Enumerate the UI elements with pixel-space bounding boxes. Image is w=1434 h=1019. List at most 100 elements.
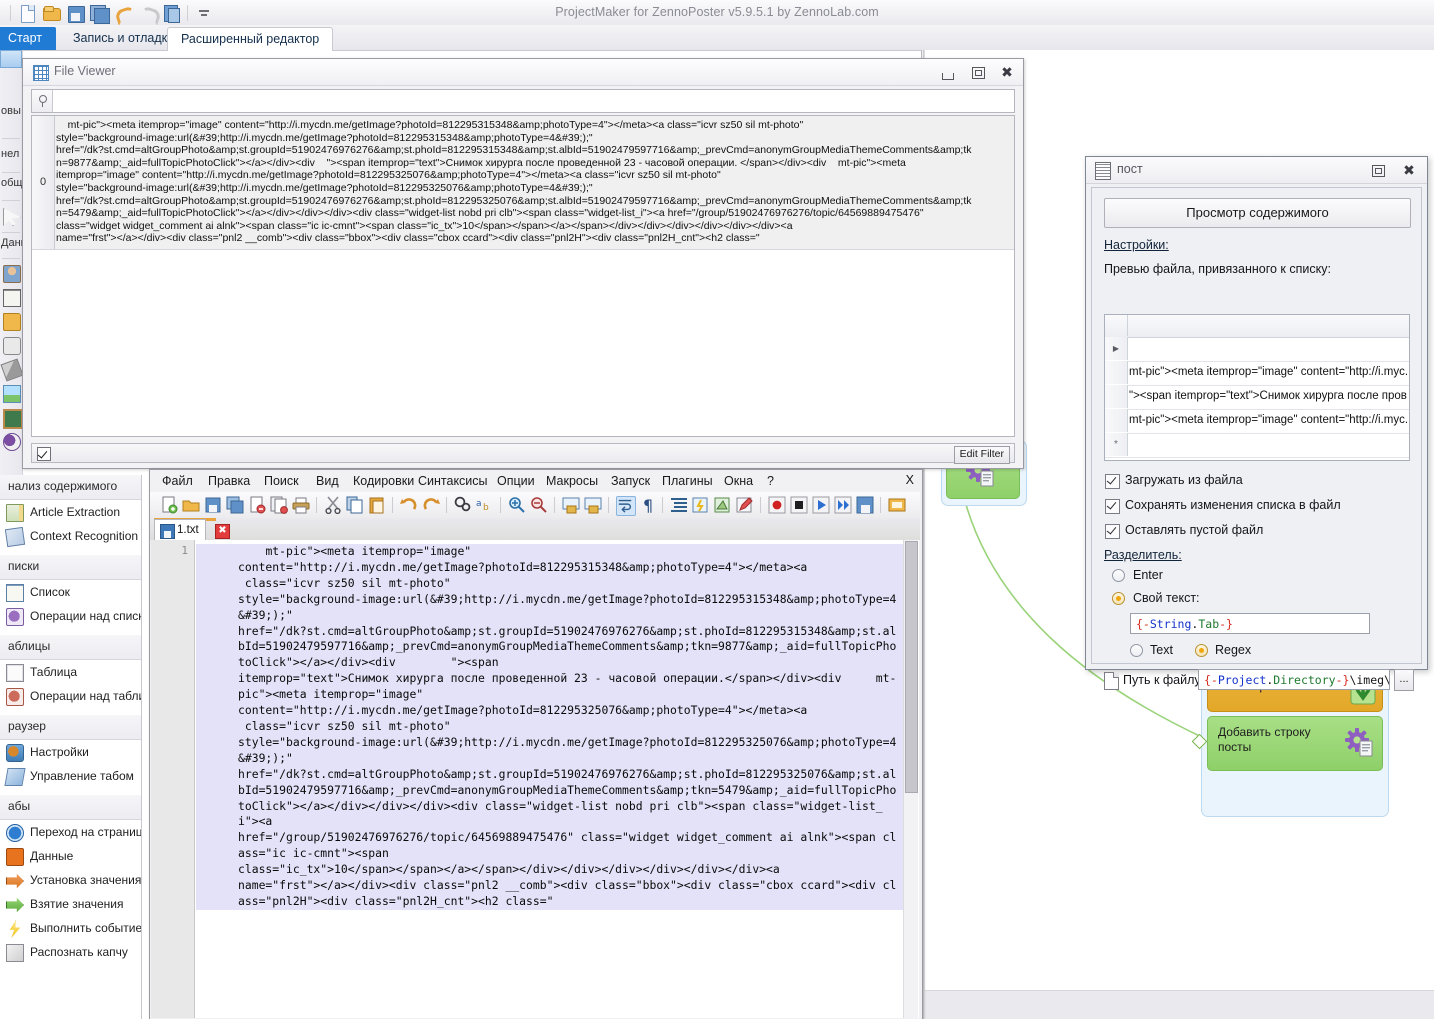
palette-item-recognize-captcha[interactable]: Распознать капчу	[0, 940, 141, 964]
colour-picker-icon[interactable]	[714, 496, 732, 514]
palette-item-context-recognition[interactable]: Context Recognition	[0, 524, 141, 548]
print-icon[interactable]	[292, 496, 310, 514]
tab-start[interactable]: Старт	[0, 27, 56, 50]
palette-item-tab-management[interactable]: Управление табом	[0, 764, 141, 788]
tab-advanced-editor[interactable]: Расширенный редактор	[167, 27, 334, 51]
palette-item-execute-event[interactable]: Выполнить событие	[0, 916, 141, 940]
editor-code-surface[interactable]: mt-pic"><meta itemprop="image" content="…	[196, 540, 906, 1018]
separator-enter-radio[interactable]	[1112, 569, 1125, 582]
view-content-button[interactable]: Просмотр содержимого	[1104, 198, 1411, 228]
file-viewer-window[interactable]: File Viewer ✖ 0 mt-pic"><meta itemprop="…	[22, 58, 1024, 469]
preview-grid[interactable]: mt-pic"><meta itemprop="image" content="…	[1104, 314, 1410, 461]
paste-icon[interactable]	[368, 496, 386, 514]
open-file-icon[interactable]	[182, 496, 200, 514]
pen-icon[interactable]	[736, 496, 754, 514]
minimize-icon[interactable]	[937, 63, 957, 81]
replace-icon[interactable]: ab	[476, 496, 494, 514]
file-path-input[interactable]: {-Project.Directory-}\imeg\	[1198, 669, 1390, 690]
user-language-icon[interactable]	[692, 496, 710, 514]
sync-scroll-v-icon[interactable]	[562, 496, 580, 514]
editor-code-text[interactable]: mt-pic"><meta itemprop="image" content="…	[196, 544, 906, 910]
menu-macros[interactable]: Макросы	[542, 473, 602, 489]
menu-run[interactable]: Запуск	[607, 473, 654, 489]
text-editor-window[interactable]: Файл Правка Поиск Вид Кодировки Синтакси…	[149, 469, 923, 1019]
document-map-icon[interactable]	[888, 496, 906, 514]
load-from-file-checkbox[interactable]	[1105, 474, 1120, 489]
palette-item-list[interactable]: Список	[0, 580, 141, 604]
scrollbar-thumb[interactable]	[905, 541, 918, 793]
record-macro-icon[interactable]	[768, 496, 786, 514]
close-icon[interactable]: ✖	[215, 524, 230, 539]
redo-icon[interactable]	[422, 496, 440, 514]
restore-icon[interactable]	[1367, 161, 1387, 179]
zoom-out-icon[interactable]	[530, 496, 548, 514]
indent-guide-icon[interactable]	[670, 496, 688, 514]
sync-scroll-h-icon[interactable]	[584, 496, 602, 514]
cut-icon[interactable]	[324, 496, 342, 515]
edit-filter-button[interactable]: Edit Filter	[953, 446, 1010, 464]
save-icon[interactable]	[204, 496, 222, 514]
table-row[interactable]: mt-pic"><meta itemprop="image" content="…	[1105, 361, 1409, 386]
row-value[interactable]: mt-pic"><meta itemprop="image" content="…	[1129, 361, 1407, 384]
file-viewer-grid[interactable]: 0 mt-pic"><meta itemprop="image" content…	[31, 115, 1015, 437]
row-content-cell[interactable]: mt-pic"><meta itemprop="image" content="…	[56, 119, 1006, 247]
cursor-icon[interactable]	[3, 208, 21, 226]
palette-item-data[interactable]: Данные	[0, 844, 141, 868]
row-value[interactable]	[1129, 337, 1407, 360]
show-all-chars-icon[interactable]: ¶	[640, 496, 658, 515]
word-wrap-icon[interactable]	[616, 496, 636, 516]
close-all-icon[interactable]	[270, 496, 288, 514]
palette-item-list-operations[interactable]: Операции над списком	[0, 604, 141, 628]
palette-item-goto-page[interactable]: Переход на страницу	[0, 820, 141, 844]
list-icon[interactable]	[3, 289, 21, 307]
play-macro-icon[interactable]	[812, 496, 830, 514]
board-icon[interactable]	[3, 409, 23, 429]
menu-help[interactable]: ?	[763, 473, 778, 489]
close-file-icon[interactable]	[248, 496, 266, 514]
separator-custom-radio[interactable]	[1112, 592, 1125, 605]
close-icon[interactable]: ✖	[997, 63, 1017, 81]
play-multiple-macro-icon[interactable]	[834, 496, 852, 514]
row-value[interactable]: mt-pic"><meta itemprop="image" content="…	[1129, 409, 1407, 432]
folder-icon[interactable]	[3, 313, 21, 331]
undo-icon[interactable]	[400, 496, 418, 514]
table-row[interactable]: 0 mt-pic"><meta itemprop="image" content…	[32, 116, 1014, 250]
menu-plugins[interactable]: Плагины	[658, 473, 717, 489]
menu-windows[interactable]: Окна	[720, 473, 757, 489]
save-list-changes-checkbox[interactable]	[1105, 499, 1120, 514]
palette-item-table-operations[interactable]: Операции над таблицей	[0, 684, 141, 708]
table-row[interactable]: "><span itemprop="text">Снимок хирурга п…	[1105, 385, 1409, 410]
menu-syntax[interactable]: Синтаксисы	[414, 473, 492, 489]
menu-edit[interactable]: Правка	[204, 473, 254, 489]
post-dialog-titlebar[interactable]: пост ✖	[1086, 157, 1427, 184]
image-icon[interactable]	[3, 385, 21, 403]
save-macro-icon[interactable]	[856, 496, 874, 514]
browse-file-button[interactable]: ...	[1394, 669, 1414, 691]
editor-close-button[interactable]: X	[906, 473, 914, 487]
palette-item-get-value[interactable]: Взятие значения	[0, 892, 141, 916]
editor-text-area[interactable]: 1 mt-pic"><meta itemprop="image" content…	[151, 540, 919, 1018]
find-icon[interactable]	[454, 496, 472, 514]
new-file-icon[interactable]	[160, 496, 178, 514]
row-value[interactable]: "><span itemprop="text">Снимок хирурга п…	[1129, 385, 1407, 408]
file-viewer-titlebar[interactable]: File Viewer ✖	[23, 59, 1023, 86]
table-row[interactable]	[1105, 337, 1409, 362]
palette-item-article-extraction[interactable]: Article Extraction	[0, 500, 141, 524]
zoom-in-icon[interactable]	[508, 496, 526, 514]
mode-text-radio[interactable]	[1130, 644, 1143, 657]
keep-empty-file-checkbox[interactable]	[1105, 524, 1120, 539]
close-icon[interactable]: ✖	[1399, 161, 1419, 179]
table-row-new[interactable]: *	[1105, 433, 1409, 458]
row-value[interactable]	[1129, 433, 1407, 456]
palette-item-table[interactable]: Таблица	[0, 660, 141, 684]
table-row[interactable]: mt-pic"><meta itemprop="image" content="…	[1105, 409, 1409, 434]
palette-item-settings[interactable]: Настройки	[0, 740, 141, 764]
person-icon[interactable]	[3, 265, 21, 283]
menu-options[interactable]: Опции	[493, 473, 539, 489]
menu-search[interactable]: Поиск	[260, 473, 303, 489]
palette-item-set-value[interactable]: Установка значения	[0, 868, 141, 892]
editor-tab-1txt[interactable]: 1.txt ✖	[154, 519, 230, 540]
mask-icon[interactable]	[3, 433, 21, 451]
dice-icon[interactable]	[3, 337, 21, 355]
save-all-icon[interactable]	[226, 496, 244, 514]
